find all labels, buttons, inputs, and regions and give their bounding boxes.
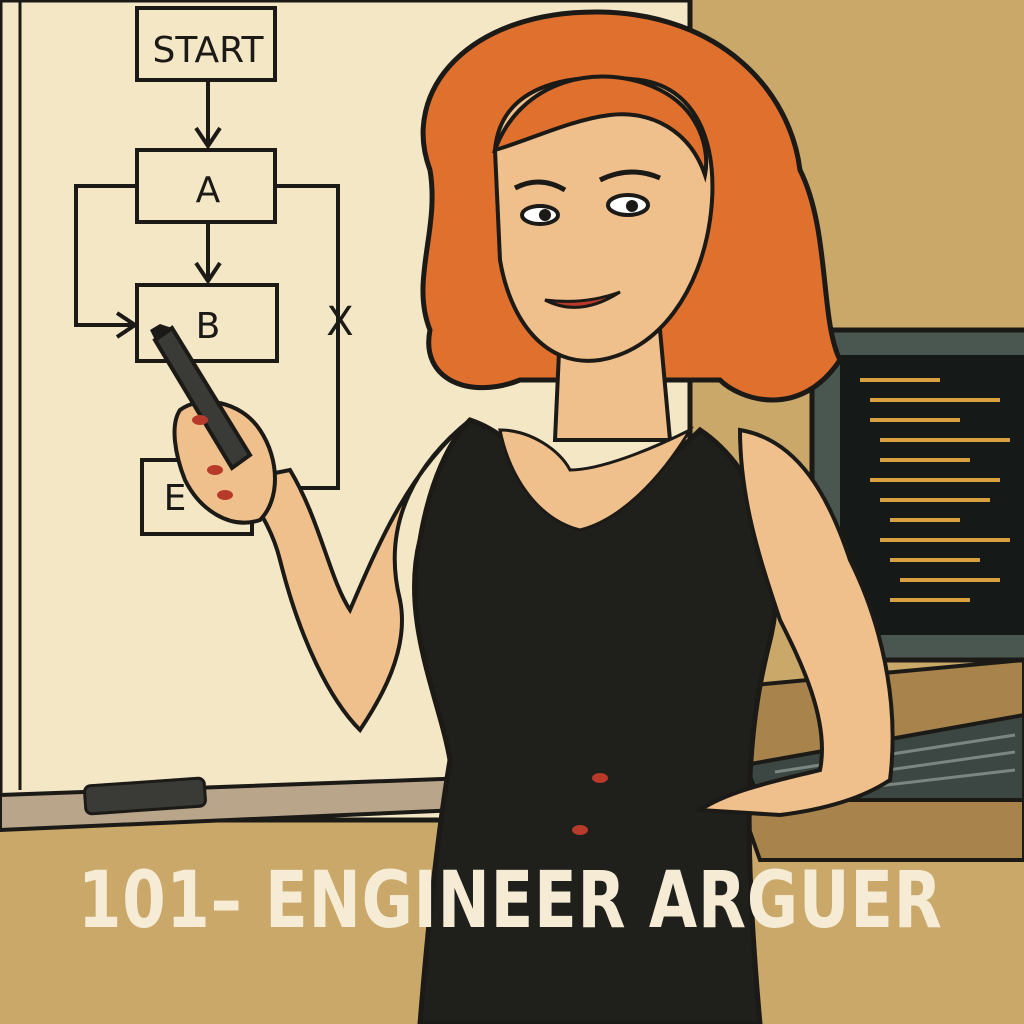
flow-node-b-label: B [196, 306, 221, 347]
flow-node-e-label: E [164, 478, 187, 519]
caption-title: 101– ENGINEER ARGUER [78, 856, 943, 946]
flow-node-start-label: START [152, 30, 264, 71]
flow-node-a-label: A [196, 170, 221, 211]
rejected-path-mark: X [326, 299, 353, 345]
comic-scene: START A B E X 101– ENGINEER ARGUER [0, 0, 1024, 1024]
